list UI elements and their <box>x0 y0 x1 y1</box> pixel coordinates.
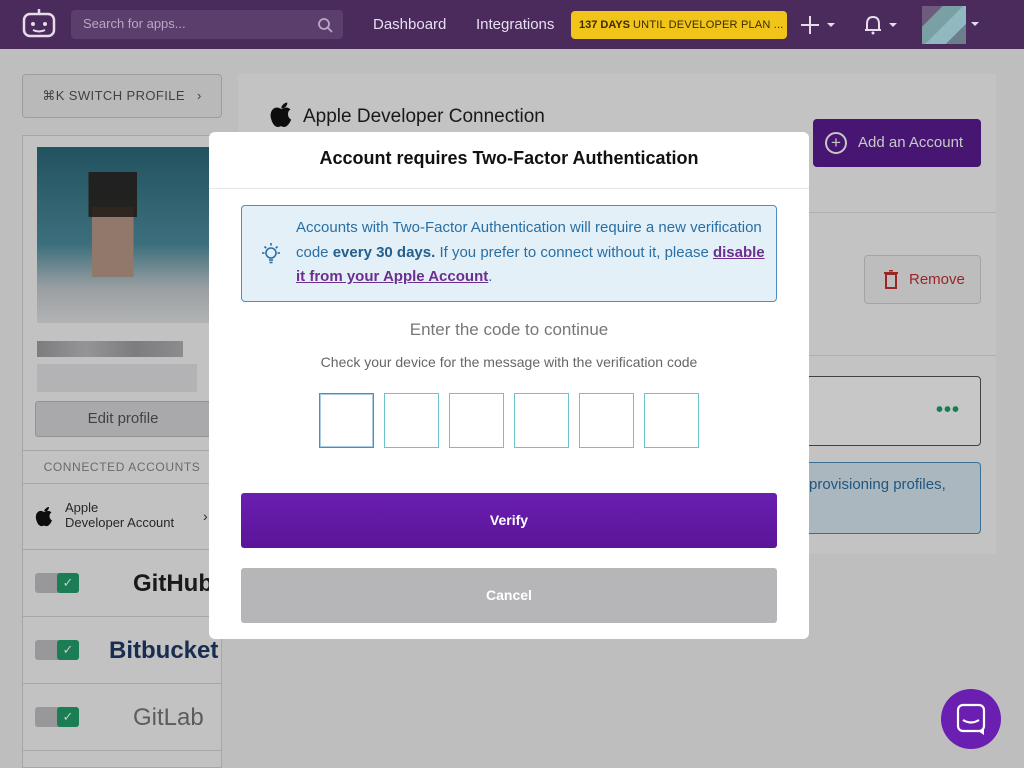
user-avatar-menu[interactable] <box>922 6 984 44</box>
lightbulb-icon <box>259 242 283 266</box>
two-factor-notice: Accounts with Two-Factor Authentication … <box>241 205 777 302</box>
notice-part2: If you prefer to connect without it, ple… <box>435 243 713 261</box>
trial-badge[interactable]: 137 DAYS UNTIL DEVELOPER PLAN ... <box>571 11 787 39</box>
notifications-bell-icon[interactable] <box>862 14 902 36</box>
nav-dashboard[interactable]: Dashboard <box>373 16 446 33</box>
code-digit-3[interactable] <box>449 393 504 448</box>
notice-end: . <box>488 268 493 285</box>
modal-title: Account requires Two-Factor Authenticati… <box>319 148 699 168</box>
nav-integrations[interactable]: Integrations <box>476 16 554 33</box>
code-digit-6[interactable] <box>644 393 699 448</box>
support-chat-button[interactable] <box>941 689 1001 749</box>
cancel-button[interactable]: Cancel <box>241 568 777 623</box>
code-digit-5[interactable] <box>579 393 634 448</box>
verify-button[interactable]: Verify <box>241 493 777 548</box>
trial-text: UNTIL DEVELOPER PLAN ... <box>633 19 784 31</box>
search-input[interactable]: Search for apps... <box>71 10 343 39</box>
chat-icon <box>941 703 1001 753</box>
notice-text: Accounts with Two-Factor Authentication … <box>296 216 766 290</box>
top-navigation-bar: Search for apps... Dashboard Integration… <box>0 0 1024 49</box>
code-digit-2[interactable] <box>384 393 439 448</box>
code-heading: Enter the code to continue <box>409 320 609 339</box>
notice-bold: every 30 days. <box>332 243 436 261</box>
divider <box>209 188 809 189</box>
search-icon <box>317 17 333 33</box>
code-digit-4[interactable] <box>514 393 569 448</box>
code-subtitle: Check your device for the message with t… <box>320 354 698 370</box>
code-digit-1[interactable] <box>319 393 374 448</box>
search-placeholder: Search for apps... <box>83 16 186 31</box>
bitrise-logo-icon[interactable] <box>22 8 56 38</box>
create-menu-button[interactable] <box>800 14 840 36</box>
two-factor-modal: Account requires Two-Factor Authenticati… <box>209 132 809 639</box>
avatar <box>922 6 966 44</box>
trial-days: 137 DAYS <box>579 19 630 31</box>
